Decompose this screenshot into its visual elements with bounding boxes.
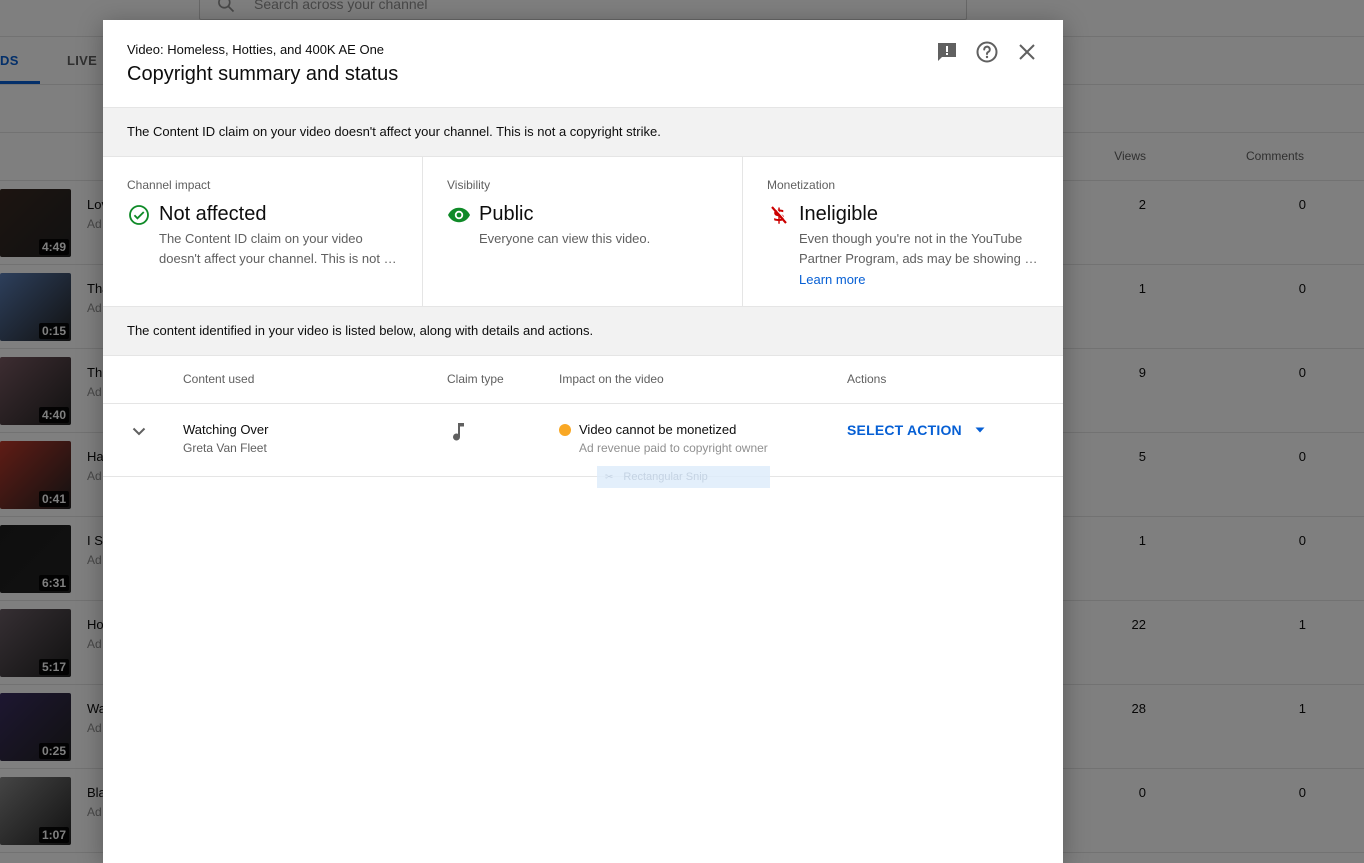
impact-header: Impact on the video — [559, 372, 664, 386]
card-value: Not affected — [159, 203, 267, 225]
desc-line: Even though you're not in the YouTube — [799, 231, 1023, 246]
help-icon — [976, 41, 998, 63]
snip-icon: ✂ — [605, 471, 614, 483]
help-button[interactable] — [975, 40, 999, 64]
copyright-dialog: Video: Homeless, Hotties, and 400K AE On… — [103, 20, 1063, 863]
content-title: Watching Over — [183, 422, 269, 437]
select-action-label: SELECT ACTION — [847, 422, 962, 438]
impact-status-dot — [559, 424, 571, 436]
table-row: Watching Over Greta Van Fleet Video cann… — [103, 404, 1063, 477]
claims-table-header: Content used Claim type Impact on the vi… — [103, 356, 1063, 404]
music-note-icon — [453, 423, 464, 441]
actions-header: Actions — [847, 372, 887, 386]
eye-icon — [447, 203, 471, 227]
content-identified-notice: The content identified in your video is … — [103, 307, 1063, 356]
status-cards: Channel impact Not affected The Content … — [103, 157, 1063, 307]
visibility-card: Visibility Public Everyone can view this… — [423, 157, 743, 307]
channel-impact-card: Channel impact Not affected The Content … — [103, 157, 423, 307]
dialog-header: Video: Homeless, Hotties, and 400K AE On… — [103, 20, 1063, 108]
impact-detail: Ad revenue paid to copyright owner — [579, 441, 768, 455]
card-label: Channel impact — [127, 178, 211, 192]
content-artist: Greta Van Fleet — [183, 441, 267, 455]
snip-label: Rectangular Snip — [623, 471, 708, 483]
no-strike-notice: The Content ID claim on your video doesn… — [103, 108, 1063, 157]
card-label: Visibility — [447, 178, 491, 192]
desc-line: Everyone can view this video. — [479, 231, 651, 246]
close-icon — [1019, 44, 1035, 60]
impact-status: Video cannot be monetized — [579, 422, 737, 437]
feedback-icon — [938, 43, 956, 61]
card-value: Ineligible — [799, 203, 878, 225]
desc-line: Partner Program, ads may be showing on y… — [799, 251, 1039, 266]
claim-type-header: Claim type — [447, 372, 504, 386]
claim-type-cell — [447, 420, 471, 444]
check-circle-icon — [127, 203, 151, 227]
feedback-button[interactable] — [935, 40, 959, 64]
chevron-down-icon — [132, 427, 146, 436]
select-action-dropdown[interactable]: SELECT ACTION — [847, 420, 986, 440]
close-button[interactable] — [1015, 40, 1039, 64]
no-money-icon: $ — [767, 203, 791, 227]
desc-line: doesn't affect your channel. This is not… — [159, 251, 399, 266]
card-description: Even though you're not in the YouTube Pa… — [799, 229, 1039, 269]
monetization-card: Monetization $ Ineligible Even though yo… — [743, 157, 1063, 307]
expand-row-button[interactable] — [127, 419, 151, 443]
dropdown-arrow-icon — [975, 427, 985, 433]
card-label: Monetization — [767, 178, 836, 192]
card-value: Public — [479, 203, 534, 225]
rectangular-snip-overlay: ✂ Rectangular Snip — [597, 466, 770, 488]
learn-more-link[interactable]: Learn more — [799, 272, 865, 287]
card-description: Everyone can view this video. — [479, 229, 719, 249]
card-description: The Content ID claim on your video doesn… — [159, 229, 399, 269]
desc-line: The Content ID claim on your video — [159, 231, 363, 246]
content-used-header: Content used — [183, 372, 255, 386]
dialog-title: Copyright summary and status — [127, 63, 399, 85]
video-label: Video: Homeless, Hotties, and 400K AE On… — [127, 42, 385, 57]
